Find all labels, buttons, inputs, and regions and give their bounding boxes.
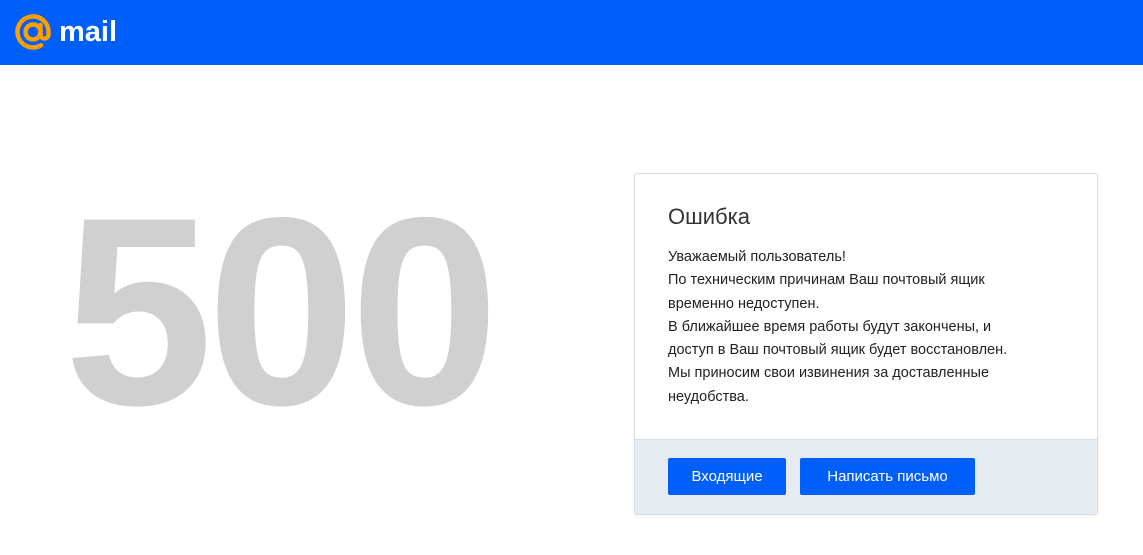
message-line: Мы приносим свои извинения за доставленн…	[668, 365, 990, 382]
error-code: 500	[64, 161, 499, 461]
compose-button[interactable]: Написать письмо	[800, 458, 975, 495]
error-message: Уважаемый пользователь! По техническим п…	[668, 246, 1088, 409]
error-title: Ошибка	[668, 204, 750, 229]
top-bar: mail	[0, 0, 1143, 65]
at-sign-icon	[15, 14, 51, 50]
message-line: временно недоступен.	[668, 295, 820, 312]
card-actions: Входящие Написать письмо	[635, 439, 1097, 514]
error-card: Ошибка Уважаемый пользователь! По технич…	[634, 173, 1098, 515]
inbox-button[interactable]: Входящие	[668, 458, 786, 495]
message-line: неудобства.	[668, 388, 749, 405]
message-line: По техническим причинам Ваш почтовый ящи…	[668, 272, 985, 289]
mail-logo[interactable]: mail	[14, 13, 117, 51]
message-line: Уважаемый пользователь!	[668, 249, 846, 265]
message-line: В ближайшее время работы будут закончены…	[668, 318, 992, 335]
message-line: доступ в Ваш почтовый ящик будет восстан…	[668, 342, 1008, 359]
logo-text: mail	[59, 16, 118, 48]
